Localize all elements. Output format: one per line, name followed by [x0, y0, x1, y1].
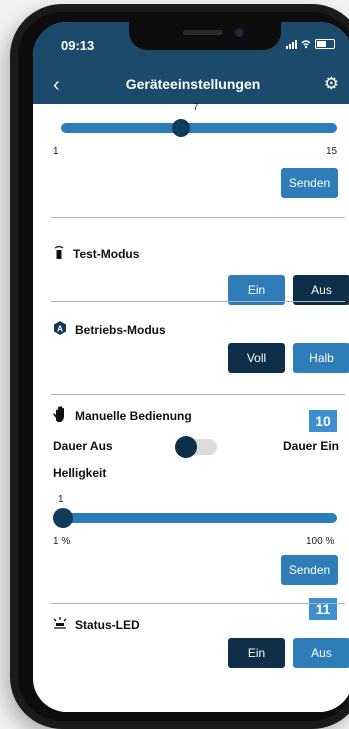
- brightness-max: 100 %: [306, 536, 335, 547]
- permanent-on-label: Dauer Ein: [283, 439, 340, 453]
- half-mode-button[interactable]: Halb: [293, 343, 349, 373]
- operation-mode-heading: A Betriebs-Modus: [53, 321, 166, 338]
- status-led-title: Status-LED: [75, 617, 140, 632]
- settings-content: 7 1 15 Senden Test-Modus Ein Aus A Betri…: [33, 102, 349, 712]
- gear-icon[interactable]: ⚙: [324, 74, 339, 94]
- test-mode-section: Test-Modus Ein Aus: [51, 217, 349, 312]
- brightness-slider-track[interactable]: [53, 513, 337, 523]
- section-divider: [51, 603, 345, 604]
- brightness-slider-thumb[interactable]: [53, 508, 73, 528]
- section-divider: [51, 394, 345, 395]
- brightness-value: 1: [58, 494, 64, 505]
- remote-icon: [53, 245, 65, 262]
- phone-screen: 09:13 ‹ Geräteeinstellungen ⚙ 7 1 15 Sen…: [33, 22, 349, 712]
- top-slider-min: 1: [53, 146, 59, 157]
- permanent-toggle-knob[interactable]: [175, 436, 197, 458]
- battery-icon: [315, 39, 335, 49]
- status-time: 09:13: [61, 38, 95, 53]
- top-slider-value: 7: [193, 102, 199, 113]
- interval-slider-thumb[interactable]: [171, 119, 190, 137]
- send-button-top[interactable]: Senden: [281, 168, 338, 198]
- led-on-button[interactable]: Ein: [228, 638, 285, 668]
- camera: [235, 28, 244, 37]
- signal-icon: [286, 39, 297, 49]
- test-mode-title: Test-Modus: [73, 246, 140, 261]
- led-off-button[interactable]: Aus: [293, 638, 349, 668]
- status-led-section: Status-LED Ein Aus: [51, 603, 349, 703]
- wifi-icon: [301, 40, 311, 49]
- full-mode-button[interactable]: Voll: [228, 343, 285, 373]
- send-button-brightness[interactable]: Senden: [281, 555, 338, 585]
- status-led-heading: Status-LED: [53, 617, 140, 632]
- manual-control-title: Manuelle Bedienung: [75, 408, 192, 423]
- top-slider-max: 15: [326, 146, 338, 157]
- speaker: [183, 30, 223, 35]
- mode-a-icon: A: [53, 321, 67, 338]
- section-divider: [51, 301, 345, 302]
- led-icon: [53, 617, 67, 632]
- svg-text:A: A: [57, 325, 63, 334]
- operation-mode-title: Betriebs-Modus: [75, 322, 166, 337]
- permanent-toggle[interactable]: [175, 436, 217, 458]
- operation-mode-section: A Betriebs-Modus Voll Halb: [51, 301, 349, 396]
- page-title: Geräteeinstellungen: [125, 76, 261, 92]
- status-icons: [286, 39, 335, 49]
- permanent-off-label: Dauer Aus: [53, 439, 113, 453]
- notch: [129, 22, 281, 50]
- brightness-label: Helligkeit: [53, 466, 107, 480]
- brightness-min: 1 %: [53, 536, 71, 547]
- section-divider: [51, 217, 345, 218]
- hand-icon: [53, 406, 67, 425]
- test-mode-heading: Test-Modus: [53, 245, 139, 262]
- interval-slider-track[interactable]: [61, 123, 337, 133]
- manual-control-heading: Manuelle Bedienung: [53, 406, 192, 425]
